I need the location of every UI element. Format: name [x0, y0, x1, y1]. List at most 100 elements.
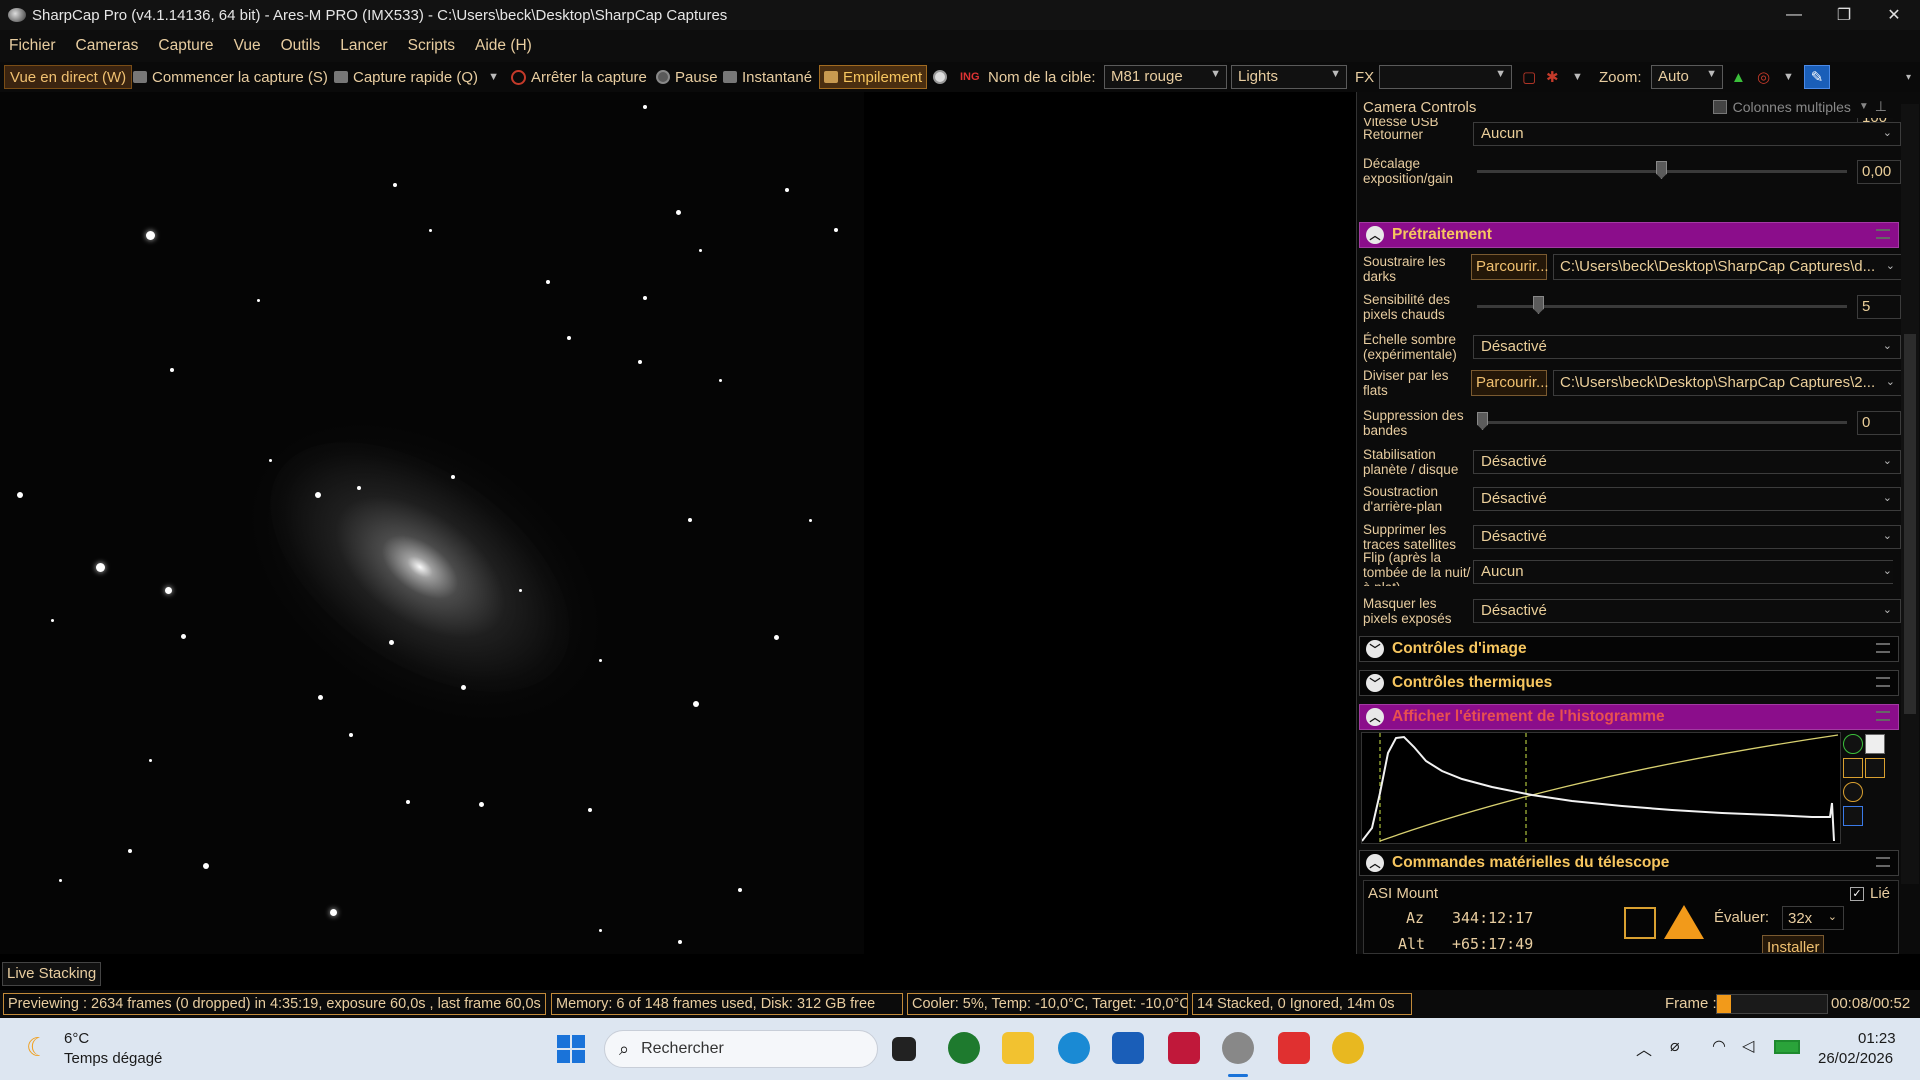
slew-up-button[interactable]: [1664, 905, 1704, 939]
chevron-down-icon[interactable]: ▼: [488, 71, 499, 83]
hotpixel-value[interactable]: 5: [1857, 295, 1901, 319]
chevron-down-icon[interactable]: ▼: [1783, 65, 1794, 89]
slider-thumb[interactable]: [1477, 412, 1488, 430]
section-thermal-controls[interactable]: ﹀ Contrôles thermiques: [1359, 670, 1899, 696]
clock-date[interactable]: 26/02/2026: [1818, 1050, 1893, 1067]
maximize-button[interactable]: ❐: [1818, 0, 1870, 30]
save-icon[interactable]: [1843, 806, 1863, 826]
histogram-display[interactable]: [1361, 732, 1841, 844]
snapshot-button[interactable]: Instantané: [723, 65, 812, 89]
flat-path-combo[interactable]: C:\Users\beck\Desktop\SharpCap Captures\…: [1553, 370, 1903, 396]
file-explorer-icon[interactable]: [1002, 1032, 1034, 1064]
app-icon-red[interactable]: [1168, 1032, 1200, 1064]
drag-handle-icon[interactable]: [1876, 643, 1890, 653]
live-view-button[interactable]: Vue en direct (W): [4, 65, 133, 89]
install-button[interactable]: Installer: [1762, 935, 1824, 953]
wifi-icon[interactable]: ◠: [1712, 1036, 1726, 1056]
offset-slider[interactable]: [1477, 161, 1847, 181]
menu-fichier[interactable]: Fichier: [9, 37, 56, 55]
edge-icon[interactable]: [1058, 1032, 1090, 1064]
live-stacking-tab[interactable]: Live Stacking: [2, 962, 102, 986]
store-icon[interactable]: [1112, 1032, 1144, 1064]
goto-home-icon[interactable]: [1624, 907, 1656, 939]
close-button[interactable]: ✕: [1868, 0, 1920, 30]
weather-moon-icon[interactable]: ☾: [26, 1032, 49, 1063]
banding-slider[interactable]: [1477, 412, 1847, 432]
mask-combo[interactable]: Désactivé ⌄: [1473, 599, 1901, 623]
menu-lancer[interactable]: Lancer: [340, 37, 387, 55]
scrollbar-thumb[interactable]: [1904, 334, 1916, 714]
toolbar-overflow-icon[interactable]: ▾: [1906, 65, 1911, 89]
weather-temp[interactable]: 6°C: [64, 1030, 89, 1047]
lock-icon[interactable]: [1865, 758, 1885, 778]
task-view-icon[interactable]: [892, 1037, 916, 1061]
stacking-button[interactable]: Empilement: [819, 65, 928, 89]
offset-value[interactable]: 0,00: [1857, 160, 1901, 184]
hotpixel-slider[interactable]: [1477, 296, 1847, 316]
banding-value[interactable]: 0: [1857, 411, 1901, 435]
reset-icon[interactable]: [1843, 782, 1863, 802]
camera-image-view[interactable]: [0, 92, 864, 954]
clock-time[interactable]: 01:23: [1858, 1030, 1896, 1047]
dark-path-combo[interactable]: C:\Users\beck\Desktop\SharpCap Captures\…: [1553, 254, 1903, 280]
linked-checkbox[interactable]: ✓ Lié: [1850, 885, 1890, 902]
slider-thumb[interactable]: [1533, 296, 1544, 314]
drag-handle-icon[interactable]: [1876, 711, 1890, 721]
rate-combo[interactable]: 32x ⌄: [1782, 906, 1844, 930]
drag-handle-icon[interactable]: [1876, 857, 1890, 867]
section-histogram[interactable]: ︿ Afficher l'étirement de l'histogramme: [1359, 704, 1899, 730]
chrome-icon[interactable]: [1332, 1032, 1364, 1064]
anydesk-icon[interactable]: [1278, 1032, 1310, 1064]
menu-cameras[interactable]: Cameras: [76, 37, 139, 55]
target-name-combo[interactable]: M81 rouge ▼: [1104, 65, 1227, 89]
histogram-info-icon[interactable]: [1843, 734, 1863, 754]
menu-aide[interactable]: Aide (H): [475, 37, 532, 55]
flip-combo[interactable]: Aucun ⌄: [1473, 122, 1901, 146]
ing-icon[interactable]: ING: [960, 65, 980, 89]
quick-capture-button[interactable]: Capture rapide (Q) ▼: [334, 65, 499, 89]
dark-browse-button[interactable]: Parcourir...: [1471, 254, 1549, 280]
section-image-controls[interactable]: ﹀ Contrôles d'image: [1359, 636, 1899, 662]
chevron-up-icon[interactable]: ︿: [1636, 1036, 1652, 1060]
zoom-combo[interactable]: Auto ▼: [1651, 65, 1723, 89]
start-button[interactable]: [557, 1035, 585, 1063]
satellite-combo[interactable]: Désactivé ⌄: [1473, 525, 1901, 549]
polar-align-icon[interactable]: ✎: [1804, 65, 1830, 89]
drag-handle-icon[interactable]: [1876, 677, 1890, 687]
panel-scrollbar[interactable]: [1901, 104, 1919, 884]
minimize-button[interactable]: —: [1768, 0, 1820, 30]
weather-desc[interactable]: Temps dégagé: [64, 1050, 162, 1067]
sharpcap-taskbar-icon[interactable]: [1222, 1032, 1254, 1064]
background-combo[interactable]: Désactivé ⌄: [1473, 487, 1901, 511]
multi-columns-checkbox[interactable]: Colonnes multiples ▼ ⊥: [1712, 98, 1887, 115]
pause-button[interactable]: Pause: [656, 65, 718, 89]
app-icon-green[interactable]: [948, 1032, 980, 1064]
chevron-down-icon[interactable]: ▼: [1572, 65, 1583, 89]
flip-after-combo[interactable]: Aucun ⌄: [1473, 560, 1893, 584]
stabilization-combo[interactable]: Désactivé ⌄: [1473, 450, 1901, 474]
stop-capture-button[interactable]: Arrêter la capture: [511, 65, 647, 89]
fx-combo[interactable]: ▼: [1379, 65, 1512, 89]
menu-scripts[interactable]: Scripts: [408, 37, 455, 55]
contrast-icon[interactable]: [1865, 734, 1885, 754]
section-preprocessing[interactable]: ︿ Prétraitement: [1359, 222, 1899, 248]
volume-icon[interactable]: ◁: [1742, 1036, 1754, 1056]
dark-scale-combo[interactable]: Désactivé ⌄: [1473, 335, 1901, 359]
search-box[interactable]: ⌕ Rechercher: [604, 1030, 878, 1068]
drag-handle-icon[interactable]: [1876, 229, 1890, 239]
histogram-toggle-icon[interactable]: ▲: [1731, 65, 1746, 89]
section-telescope[interactable]: ︿ Commandes matérielles du télescope: [1359, 850, 1899, 876]
moon-icon[interactable]: [933, 65, 952, 89]
frame-type-combo[interactable]: Lights ▼: [1231, 65, 1347, 89]
auto-stretch-icon[interactable]: [1843, 758, 1863, 778]
crosshair-icon[interactable]: ✱: [1546, 65, 1559, 89]
menu-capture[interactable]: Capture: [158, 37, 213, 55]
menu-vue[interactable]: Vue: [234, 37, 261, 55]
vpn-off-icon[interactable]: ⌀: [1670, 1036, 1680, 1056]
reticle-icon[interactable]: ▢: [1522, 65, 1536, 89]
menu-outils[interactable]: Outils: [281, 37, 321, 55]
slider-thumb[interactable]: [1656, 161, 1667, 179]
flat-browse-button[interactable]: Parcourir...: [1471, 370, 1549, 396]
battery-icon[interactable]: [1774, 1040, 1800, 1054]
focus-assist-icon[interactable]: ◎: [1757, 65, 1770, 89]
